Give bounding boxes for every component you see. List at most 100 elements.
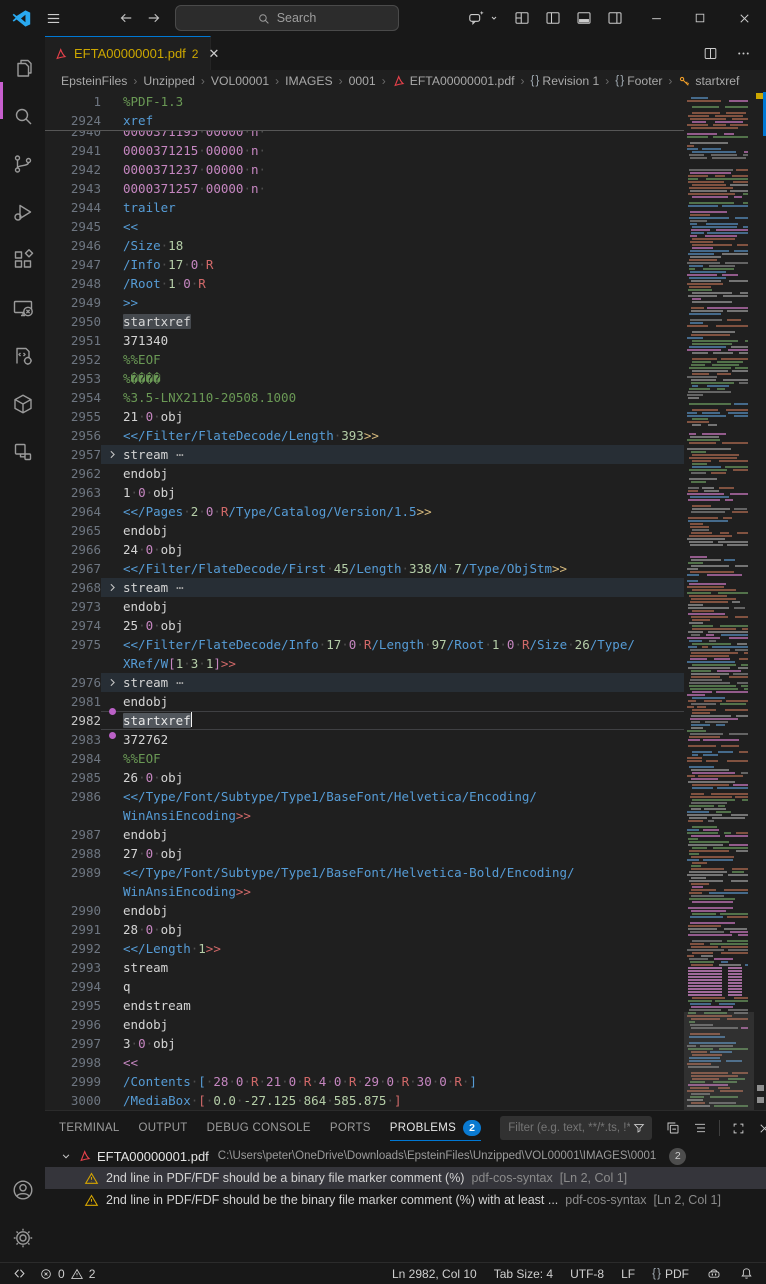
line-number[interactable]: 2956 xyxy=(45,426,101,445)
code-line[interactable]: XRef/W[1·3·1]>> xyxy=(45,654,684,673)
breadcrumb-item-revision-1[interactable]: { } Revision 1 xyxy=(531,74,600,88)
line-number[interactable]: 2989 xyxy=(45,863,101,882)
minimize-button[interactable] xyxy=(634,0,678,36)
fold-chevron-icon[interactable] xyxy=(101,673,123,692)
activity-bar-item-extensions[interactable] xyxy=(0,236,45,284)
line-number[interactable]: 2949 xyxy=(45,293,101,312)
bell-icon[interactable] xyxy=(739,1266,754,1281)
line-number[interactable]: 2994 xyxy=(45,977,101,996)
line-number[interactable]: 2948 xyxy=(45,274,101,293)
code-line[interactable]: 2998 << xyxy=(45,1053,684,1072)
activity-bar-item-remote-explorer[interactable] xyxy=(0,284,45,332)
code-line[interactable]: 2982 startxref xyxy=(45,711,684,730)
close-panel-icon[interactable] xyxy=(757,1121,766,1136)
code-line[interactable]: 2963 1·0·obj xyxy=(45,483,684,502)
code-line[interactable]: 2941 0000371215·00000·n· xyxy=(45,141,684,160)
forward-button[interactable] xyxy=(145,9,163,27)
code-line[interactable]: 2964 <</Pages·2·0·R/Type/Catalog/Version/… xyxy=(45,502,684,521)
line-number[interactable]: 2992 xyxy=(45,939,101,958)
line-number[interactable]: 2981 xyxy=(45,692,101,711)
line-number[interactable]: 2993 xyxy=(45,958,101,977)
code-line[interactable]: 2993 stream xyxy=(45,958,684,977)
line-number[interactable]: 2945 xyxy=(45,217,101,236)
code-line[interactable]: 2990 endobj xyxy=(45,901,684,920)
sticky-scroll[interactable]: 1 %PDF-1.3 2924 xref xyxy=(45,92,684,131)
eol-indicator[interactable]: LF xyxy=(621,1267,635,1281)
code-line[interactable]: 2952 %%EOF xyxy=(45,350,684,369)
cursor-position[interactable]: Ln 2982, Col 10 xyxy=(392,1267,477,1281)
line-number[interactable] xyxy=(45,882,101,901)
code-line[interactable]: 2985 26·0·obj xyxy=(45,768,684,787)
split-editor-icon[interactable] xyxy=(702,45,719,62)
line-number[interactable]: 2955 xyxy=(45,407,101,426)
code-line[interactable]: 2991 28·0·obj xyxy=(45,920,684,939)
line-number[interactable]: 2944 xyxy=(45,198,101,217)
activity-bar-item-search[interactable] xyxy=(0,92,45,140)
activity-bar-item-package[interactable] xyxy=(0,380,45,428)
code-line[interactable]: 2945 << xyxy=(45,217,684,236)
line-number[interactable]: 2999 xyxy=(45,1072,101,1091)
breadcrumb-item-footer[interactable]: { } Footer xyxy=(615,74,662,88)
tab-size[interactable]: Tab Size: 4 xyxy=(494,1267,553,1281)
code-line[interactable]: 2981 endobj xyxy=(45,692,684,715)
code-line[interactable]: 2987 endobj xyxy=(45,825,684,844)
line-number[interactable]: 2965 xyxy=(45,521,101,540)
line-number[interactable]: 2995 xyxy=(45,996,101,1015)
tab-efta00000001-pdf[interactable]: EFTA00000001.pdf 2 ✕ xyxy=(45,36,219,70)
code-line[interactable]: 2944 trailer xyxy=(45,198,684,217)
code-line[interactable]: 2946/Size·18 xyxy=(45,236,684,255)
breadcrumb-item-vol00001[interactable]: VOL00001 xyxy=(211,74,269,88)
problems-filter[interactable] xyxy=(500,1116,653,1140)
line-number[interactable]: 2964 xyxy=(45,502,101,521)
code-line[interactable]: 2966 24·0·obj xyxy=(45,540,684,559)
code-line[interactable]: 2957 stream ⋯ xyxy=(45,445,684,464)
toggle-secondary-sidebar-button[interactable] xyxy=(606,9,624,27)
maximize-panel-icon[interactable] xyxy=(731,1121,746,1136)
code-line[interactable]: WinAnsiEncoding>> xyxy=(45,882,684,901)
code-line[interactable]: 2994 q xyxy=(45,977,684,996)
code-line[interactable]: 2947/Info·17·0·R xyxy=(45,255,684,274)
line-number[interactable]: 2997 xyxy=(45,1034,101,1053)
breadcrumb-item-images[interactable]: IMAGES xyxy=(285,74,332,88)
toggle-panel-button[interactable] xyxy=(575,9,593,27)
activity-bar-item-settings-gear[interactable] xyxy=(0,1214,45,1262)
line-number[interactable]: 2943 xyxy=(45,179,101,198)
code-line[interactable]: 2986 <</Type/Font/Subtype/Type1/BaseFont/… xyxy=(45,787,684,806)
problem-row[interactable]: 2nd line in PDF/FDF should be a binary f… xyxy=(45,1167,766,1189)
code-line[interactable]: 1 %PDF-1.3 xyxy=(45,92,684,111)
line-number[interactable]: 2941 xyxy=(45,141,101,160)
minimap[interactable] xyxy=(684,92,754,1110)
view-as-tree-icon[interactable] xyxy=(692,1120,708,1136)
copilot-button[interactable] xyxy=(467,9,500,28)
minimap-slider[interactable] xyxy=(684,1012,754,1110)
code-line[interactable]: 2973 endobj xyxy=(45,597,684,616)
activity-bar-item-run-debug[interactable] xyxy=(0,188,45,236)
activity-bar-item-account[interactable] xyxy=(0,1166,45,1214)
editor[interactable]: 2940 0000371195·00000·n· 2941 0000371215·00… xyxy=(45,92,766,1110)
problems-status[interactable]: 0 2 xyxy=(39,1267,95,1281)
line-number[interactable]: 2982 xyxy=(45,711,101,730)
line-number[interactable]: 2947 xyxy=(45,255,101,274)
line-number[interactable]: 2953 xyxy=(45,369,101,388)
code-line[interactable]: 2943 0000371257·00000·n· xyxy=(45,179,684,198)
chevron-down-icon[interactable] xyxy=(59,1149,73,1163)
line-number[interactable]: 2998 xyxy=(45,1053,101,1072)
menu-icon[interactable] xyxy=(45,10,62,27)
line-number[interactable]: 3000 xyxy=(45,1091,101,1110)
problems-file-row[interactable]: EFTA00000001.pdf C:\Users\peter\OneDrive… xyxy=(45,1145,766,1167)
line-number[interactable]: 2991 xyxy=(45,920,101,939)
line-number[interactable]: 2988 xyxy=(45,844,101,863)
code-line[interactable]: 2968 stream ⋯ xyxy=(45,578,684,597)
fold-chevron-icon[interactable] xyxy=(101,578,123,597)
toggle-sidebar-button[interactable] xyxy=(544,9,562,27)
line-number[interactable]: 2986 xyxy=(45,787,101,806)
line-number[interactable]: 2952 xyxy=(45,350,101,369)
panel-tab-output[interactable]: OUTPUT xyxy=(139,1111,188,1145)
copilot-status-icon[interactable] xyxy=(706,1266,722,1282)
problems-filter-input[interactable] xyxy=(506,1121,633,1135)
code-line[interactable]: 2956 <</Filter/FlateDecode/Length·393>> xyxy=(45,426,684,445)
language-mode[interactable]: { } PDF xyxy=(652,1267,689,1281)
line-number[interactable] xyxy=(45,654,101,673)
breadcrumb-item-0001[interactable]: 0001 xyxy=(349,74,376,88)
panel-tab-problems[interactable]: PROBLEMS 2 xyxy=(389,1111,482,1145)
